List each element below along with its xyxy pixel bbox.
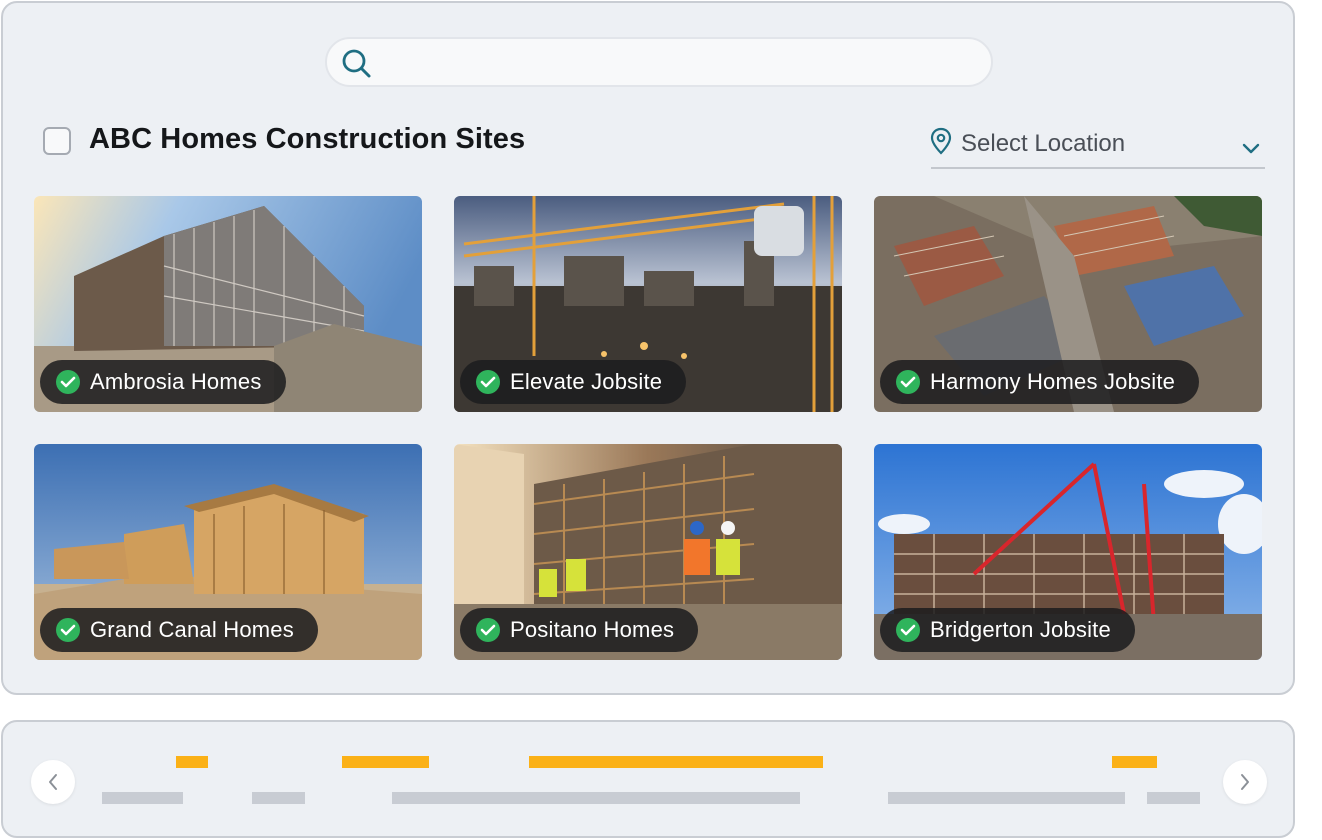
location-pin-icon [930, 127, 952, 155]
timeline-bar-inactive [252, 792, 305, 804]
location-select-label: Select Location [961, 130, 1126, 157]
timeline-bar-active [342, 756, 429, 768]
search-input[interactable] [325, 37, 993, 87]
site-card[interactable]: Elevate Jobsite [454, 196, 842, 412]
site-card[interactable]: Positano Homes [454, 444, 842, 660]
timeline-bar-inactive [392, 792, 800, 804]
check-circle-icon [56, 618, 80, 642]
site-card[interactable]: Grand Canal Homes [34, 444, 422, 660]
chevron-right-icon [1241, 774, 1249, 790]
site-card[interactable]: Ambrosia Homes [34, 196, 422, 412]
check-circle-icon [896, 370, 920, 394]
select-all-checkbox[interactable] [43, 127, 71, 155]
site-name: Ambrosia Homes [90, 369, 262, 394]
timeline-bar-active [176, 756, 208, 768]
timeline-prev-button[interactable] [31, 760, 75, 804]
site-name: Grand Canal Homes [90, 617, 294, 642]
chevron-left-icon [49, 774, 57, 790]
site-name-badge: Bridgerton Jobsite [880, 608, 1135, 652]
chevron-down-icon [1242, 143, 1260, 154]
timeline-bar-active [1112, 756, 1157, 768]
site-name: Bridgerton Jobsite [930, 617, 1111, 642]
site-name-badge: Elevate Jobsite [460, 360, 687, 404]
site-name: Positano Homes [510, 617, 675, 642]
check-circle-icon [896, 618, 920, 642]
timeline-bar-inactive [1147, 792, 1200, 804]
site-name-badge: Positano Homes [460, 608, 699, 652]
search-icon [342, 49, 371, 78]
timeline-bar-inactive [888, 792, 1125, 804]
check-circle-icon [476, 370, 500, 394]
timeline-next-button[interactable] [1223, 760, 1267, 804]
page-title: ABC Homes Construction Sites [89, 123, 526, 155]
check-circle-icon [56, 370, 80, 394]
site-card[interactable]: Bridgerton Jobsite [874, 444, 1262, 660]
site-name: Elevate Jobsite [510, 369, 663, 394]
site-name: Harmony Homes Jobsite [930, 369, 1176, 394]
site-name-badge: Harmony Homes Jobsite [880, 360, 1200, 404]
site-name-badge: Ambrosia Homes [40, 360, 286, 404]
check-circle-icon [476, 618, 500, 642]
timeline-panel [1, 720, 1295, 838]
sites-panel: ABC Homes Construction Sites Select Loca… [1, 1, 1295, 695]
timeline-bar-inactive [102, 792, 183, 804]
location-select[interactable]: Select Location [930, 127, 1265, 169]
timeline-bar-active [529, 756, 823, 768]
site-name-badge: Grand Canal Homes [40, 608, 318, 652]
site-card[interactable]: Harmony Homes Jobsite [874, 196, 1262, 412]
